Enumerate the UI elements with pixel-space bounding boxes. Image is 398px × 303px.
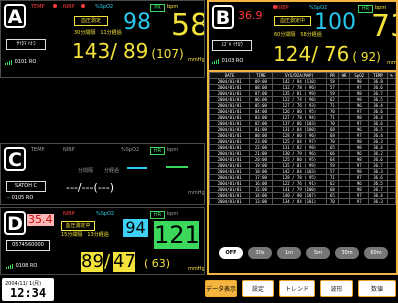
map-value: ( 63) xyxy=(144,257,171,270)
map-value: ( 92) xyxy=(352,50,381,64)
bed-panel-a[interactable]: A TEMP NIBP %SpO2 PR bpm ｻｲﾀﾏ ﾊﾅｺ 血圧測定 9… xyxy=(0,0,205,78)
pulse-dash xyxy=(166,166,188,168)
nibp-status: 血圧測定中 xyxy=(274,16,311,26)
bed-label: ─ 0105 RO xyxy=(7,195,34,201)
bed-label: 0103 RO xyxy=(212,58,243,64)
pr-badge: PR xyxy=(150,4,165,12)
spo2-value: 100 xyxy=(314,10,356,35)
trend-row[interactable]: 2004/01/01 13:00 134 / 84 (101) 70 97 36.3 xyxy=(209,198,396,205)
alarm-dot xyxy=(53,4,57,8)
nibp-status: 血圧測定 xyxy=(74,16,108,26)
temp-label: TEMP xyxy=(31,4,45,10)
unit-label: mmHg xyxy=(188,266,205,272)
interval-button[interactable]: OFF xyxy=(219,247,243,259)
signal-bars-icon xyxy=(212,58,220,64)
pulse-value: 73 xyxy=(371,9,396,44)
trend-button[interactable]: トレンド xyxy=(279,280,315,297)
sys-value: 124 xyxy=(273,42,312,66)
bed-label: 0108 RO xyxy=(6,263,37,269)
panel-letter: C xyxy=(4,147,26,171)
panel-letter: D xyxy=(4,211,26,235)
sys-value: 143 xyxy=(72,39,111,63)
interval-button-bar: OFF 30s 1m 5m 30m 60m xyxy=(207,235,398,275)
nibp-status: 血圧測定中 xyxy=(61,221,95,231)
temp-label: TEMP xyxy=(31,147,45,153)
patient-name: ｻｲﾀﾏ ﾊﾅｺ xyxy=(6,39,46,50)
pulse-value: 58 xyxy=(171,8,204,43)
nibp-label: NIBP xyxy=(63,211,75,217)
trend-cell: 2004/01/01 xyxy=(209,198,251,205)
nibp-label: NIBP xyxy=(277,5,289,11)
settings-button[interactable]: 設定 xyxy=(242,280,274,297)
spo2-value: 94 xyxy=(123,219,148,237)
bed-label: 0101 RO xyxy=(5,59,36,65)
signal-bars-icon xyxy=(6,263,14,269)
interval-button[interactable]: 30s xyxy=(248,247,272,259)
waveform-button[interactable]: 波形 xyxy=(320,280,353,297)
trend-cell: 13:00 xyxy=(249,198,273,205)
temp-value: 35.4 xyxy=(27,213,54,226)
spo2-dash xyxy=(127,167,147,169)
spo2-label: %SpO2 xyxy=(121,147,140,153)
nibp-label: NIBP xyxy=(63,4,75,10)
clock-box: 2004/11/ 1(月) 12:34 xyxy=(2,278,54,301)
interval-text: 15分間隔 13分経過 xyxy=(61,232,109,238)
nibp-placeholder: ---/---(---) xyxy=(66,181,115,194)
interval-text: 30分間隔 11分経過 xyxy=(74,30,122,36)
data-view-button[interactable]: データ表示 xyxy=(205,280,237,297)
bpm-label: bpm xyxy=(167,147,179,153)
patient-name: SATOH C xyxy=(6,181,46,192)
patient-name: ｽｽﾞｷ ｲﾁﾛｳ xyxy=(212,40,252,51)
map-value: (107) xyxy=(151,47,184,61)
unit-label: mmHg xyxy=(188,57,205,63)
hr-badge: HR xyxy=(150,147,165,155)
spo2-label: %SpO2 xyxy=(96,211,115,217)
interval-button[interactable]: 1m xyxy=(277,247,301,259)
dia-value: 76 xyxy=(323,42,350,66)
pulse-value: 121 xyxy=(154,221,200,249)
temp-value: 36.9 xyxy=(238,9,263,22)
footer-time: 12:34 xyxy=(10,286,47,300)
bpm-label: bpm xyxy=(167,211,179,217)
trend-cell: 36.3 xyxy=(368,198,388,205)
spo2-label: %SpO2 xyxy=(95,4,114,10)
alarm-dot xyxy=(81,4,85,8)
interval-button[interactable]: 30m xyxy=(335,247,359,259)
panel-letter: B xyxy=(212,5,234,29)
unit-label: mmHg xyxy=(387,60,397,66)
trend-cell: 97 xyxy=(349,198,370,205)
trend-table: DATE TIME SYS/DIA(MAP) PR HR SpO2 TEMP% 2004/0… xyxy=(209,72,396,205)
interval-button[interactable]: 60m xyxy=(364,247,388,259)
bed-panel-d[interactable]: D 35.4 NIBP %SpO2 HR bpm 0574560000 血圧測定… xyxy=(0,207,205,275)
hr-badge: HR xyxy=(150,211,165,219)
signal-bars-icon xyxy=(5,59,13,65)
bed-panel-c[interactable]: C TEMP NIBP %SpO2 HR bpm SATOH C 分間隔 分経過… xyxy=(0,143,205,205)
trend-cell xyxy=(337,198,351,205)
sys-value: 89 xyxy=(81,251,104,272)
nibp-label: NIBP xyxy=(63,147,75,153)
interval-text: 60分間隔 58分経過 xyxy=(274,32,322,38)
patient-id: 0574560000 xyxy=(6,240,50,251)
numeric-button[interactable]: 数値 xyxy=(358,280,396,297)
dia-value: 47 xyxy=(113,251,136,272)
interval-button[interactable]: 5m xyxy=(306,247,330,259)
slash: / xyxy=(110,39,117,63)
slash: / xyxy=(311,42,318,66)
trend-cell xyxy=(386,198,396,205)
trend-cell: 70 xyxy=(326,198,339,205)
dia-value: 89 xyxy=(122,39,149,63)
slash: / xyxy=(104,251,111,272)
signal-off-icon: ─ xyxy=(7,195,11,201)
interval-left: 分間隔 xyxy=(78,168,94,174)
trend-table-panel[interactable]: DATE TIME SYS/DIA(MAP) PR HR SpO2 TEMP% 2004/0… xyxy=(207,72,398,235)
bed-panel-b[interactable]: B 36.9 NIBP %SpO2 HR bpm ｽｽﾞｷ ｲﾁﾛｳ 血圧測定中… xyxy=(207,0,398,72)
spo2-value: 98 xyxy=(123,10,151,35)
interval-right: 分経過 xyxy=(104,168,120,174)
panel-letter: A xyxy=(4,4,26,28)
unit-label: mmHg xyxy=(188,190,205,196)
trend-cell: 134 / 84 (101) xyxy=(271,198,328,205)
